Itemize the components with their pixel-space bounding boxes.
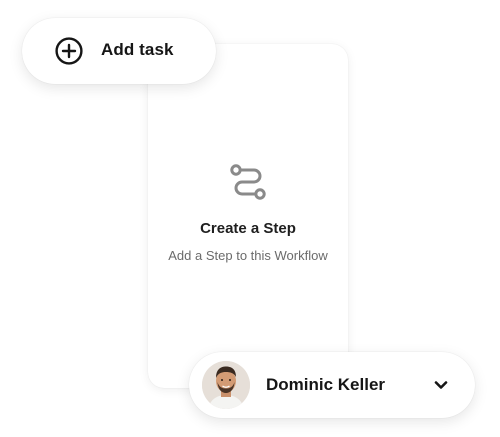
- user-menu-button[interactable]: Dominic Keller: [189, 352, 475, 418]
- step-subtitle: Add a Step to this Workflow: [168, 248, 328, 263]
- chevron-down-icon[interactable]: [433, 377, 449, 393]
- route-icon: [230, 164, 266, 200]
- add-task-label: Add task: [101, 40, 174, 59]
- create-step-card[interactable]: Create a Step Add a Step to this Workflo…: [148, 44, 348, 388]
- add-task-button[interactable]: Add task: [22, 18, 216, 84]
- user-name: Dominic Keller: [266, 375, 386, 394]
- plus-circle-icon: [55, 37, 83, 65]
- avatar: [202, 361, 250, 409]
- canvas: Create a Step Add a Step to this Workflo…: [0, 0, 500, 437]
- avatar-image: [202, 361, 250, 409]
- step-title: Create a Step: [200, 220, 296, 237]
